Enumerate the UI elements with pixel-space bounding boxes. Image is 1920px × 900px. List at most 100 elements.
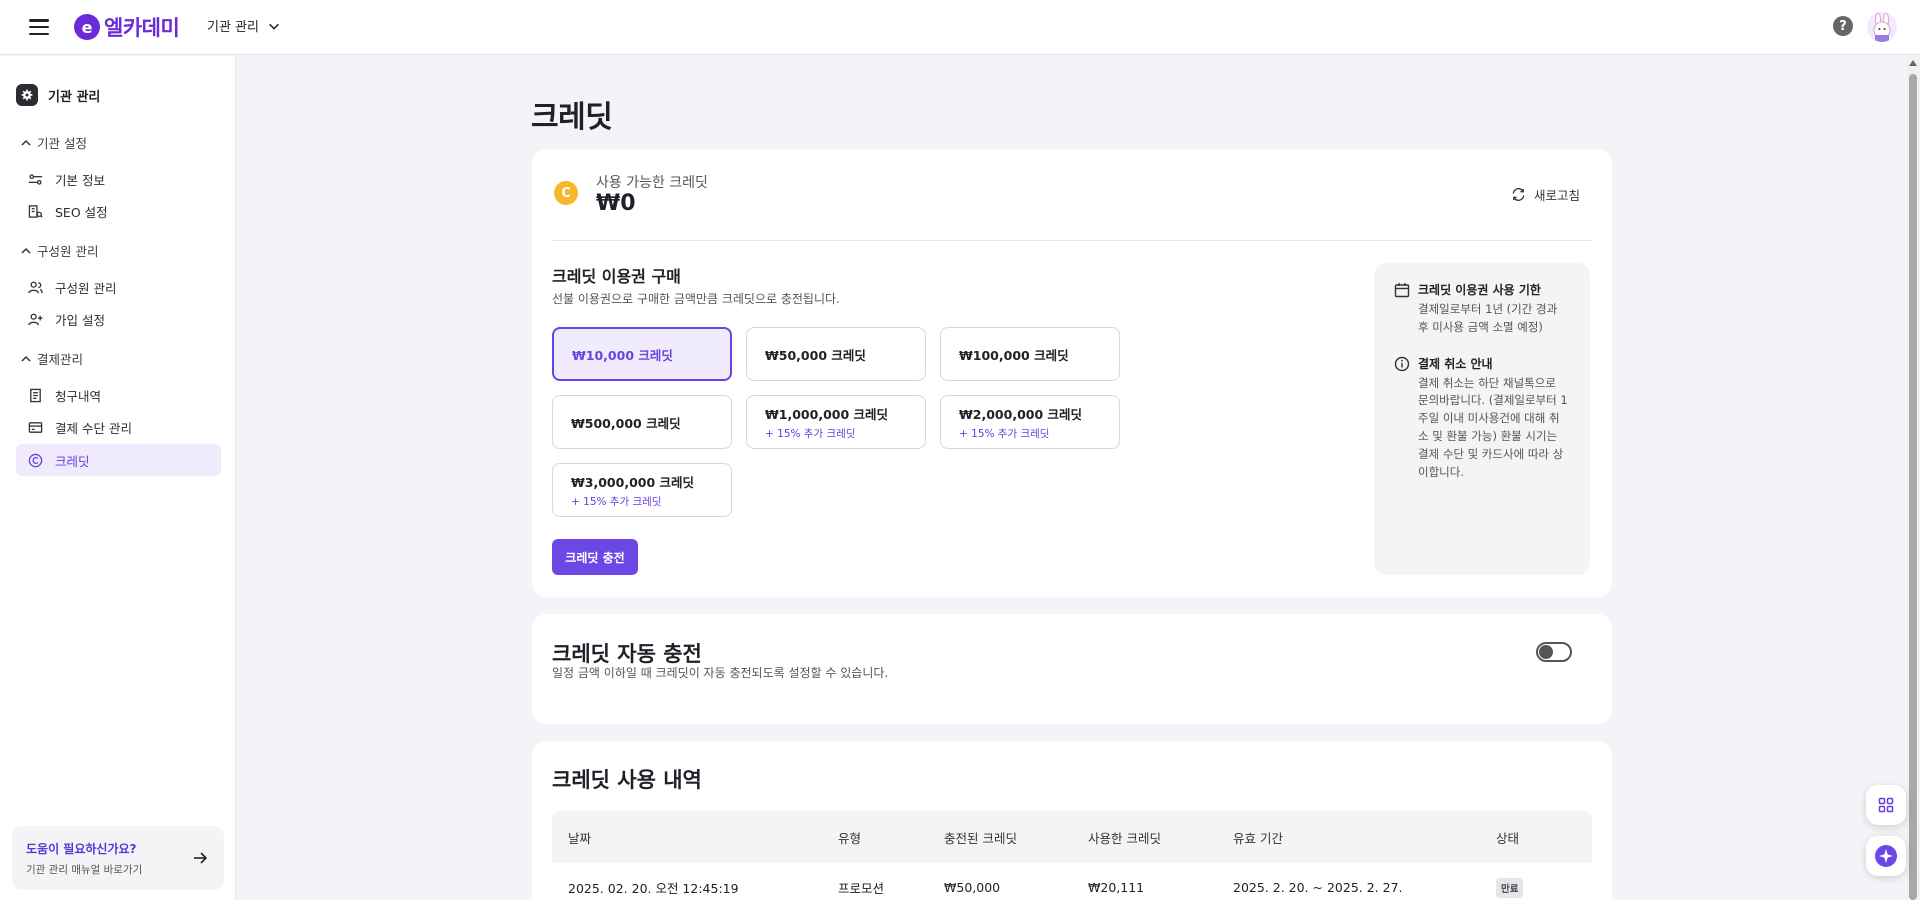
sidebar-item-basic-info[interactable]: 기본 정보 (16, 163, 221, 195)
column-header-validity: 유효 기간 (1233, 830, 1283, 846)
auto-charge-toggle[interactable] (1536, 642, 1572, 662)
users-icon (28, 281, 43, 293)
info-circle-icon (1394, 356, 1410, 371)
help-card[interactable]: 도움이 필요하신가요? 기관 관리 매뉴얼 바로가기 (12, 826, 224, 890)
info-block-cancellation: 결제 취소 안내 결제 취소는 하단 채널톡으로 문의바랍니다. (결제일로부터… (1394, 355, 1570, 482)
credit-option-3000000[interactable]: ₩3,000,000 크레딧 + 15% 추가 크레딧 (552, 463, 732, 517)
scrollbar[interactable] (1906, 56, 1920, 900)
credit-card-icon (28, 421, 43, 433)
calendar-icon (1394, 283, 1410, 298)
sidebar-item-seo[interactable]: SEO 설정 (16, 195, 221, 227)
credit-charge-button[interactable]: 크레딧 충전 (552, 539, 638, 575)
chevron-up-icon (21, 139, 31, 146)
refresh-button[interactable]: 새로고침 (1511, 185, 1580, 204)
avatar[interactable] (1867, 12, 1897, 42)
credit-history-card: 크레딧 사용 내역 날짜 유형 충전된 크레딧 사용한 크레딧 유효 기간 상태… (532, 741, 1612, 900)
hamburger-menu-icon[interactable] (28, 16, 50, 38)
purchase-description: 선불 이용권으로 구매한 금액만큼 크레딧으로 충전됩니다. (552, 292, 840, 306)
column-header-status: 상태 (1496, 830, 1520, 846)
info-title: 결제 취소 안내 (1418, 356, 1493, 371)
sidebar-group-label: 구성원 관리 (37, 244, 99, 259)
credit-coin-icon: C (554, 181, 578, 205)
copyright-credit-icon (28, 453, 43, 467)
credit-history-table: 날짜 유형 충전된 크레딧 사용한 크레딧 유효 기간 상태 2025. 02.… (552, 811, 1592, 900)
divider (552, 240, 1592, 241)
cell-date: 2025. 02. 20. 오전 12:45:19 (568, 881, 739, 896)
credit-option-amount: ₩100,000 크레딧 (959, 347, 1069, 363)
credit-history-title: 크레딧 사용 내역 (552, 768, 702, 792)
sparkle-chat-icon (1875, 845, 1897, 867)
sidebar-item-label: 구성원 관리 (55, 280, 117, 296)
available-credit-label: 사용 가능한 크레딧 (596, 175, 708, 191)
building-search-icon (28, 204, 43, 218)
sidebar-title-label: 기관 관리 (48, 89, 101, 105)
help-icon[interactable]: ? (1833, 16, 1853, 36)
logo[interactable]: e 엘카데미 (74, 12, 180, 42)
credit-option-100000[interactable]: ₩100,000 크레딧 (940, 327, 1120, 381)
credit-option-bonus: + 15% 추가 크레딧 (765, 427, 856, 440)
logo-text: 엘카데미 (104, 16, 180, 40)
sidebar-group-members[interactable]: 구성원 관리 (20, 241, 98, 260)
cell-used: ₩20,111 (1088, 880, 1145, 895)
credit-option-2000000[interactable]: ₩2,000,000 크레딧 + 15% 추가 크레딧 (940, 395, 1120, 449)
info-panel: 크레딧 이용권 사용 기한 결제일로부터 1년 (기간 경과 후 미사용 금액 … (1374, 263, 1590, 575)
auto-charge-card: 크레딧 자동 충전 일정 금액 이하일 때 크레딧이 자동 충전되도록 설정할 … (532, 614, 1612, 724)
org-select-dropdown[interactable]: 기관 관리 (207, 16, 281, 35)
sidebar-group-label: 결제관리 (37, 352, 84, 367)
table-header: 날짜 유형 충전된 크레딧 사용한 크레딧 유효 기간 상태 (552, 811, 1592, 863)
credit-option-amount: ₩3,000,000 크레딧 (571, 474, 695, 490)
refresh-icon (1512, 188, 1525, 201)
toggle-knob (1539, 645, 1553, 659)
arrow-right-icon (194, 852, 208, 864)
info-body: 결제 취소는 하단 채널톡으로 문의바랍니다. (결제일로부터 1주일 이내 미… (1418, 375, 1568, 479)
cell-status: 만료 (1496, 863, 1524, 900)
sidebar-group-org-settings[interactable]: 기관 설정 (20, 133, 87, 152)
sidebar: 기관 관리 기관 설정 기본 정보 SEO 설정 구성원 관리 구성원 관리 가… (0, 56, 236, 900)
refresh-label: 새로고침 (1533, 188, 1580, 203)
column-header-used: 사용한 크레딧 (1088, 830, 1161, 846)
sidebar-group-label: 기관 설정 (37, 136, 87, 151)
bunny-avatar-icon (1873, 12, 1891, 42)
cell-charged: ₩50,000 (944, 880, 1001, 895)
top-header: e 엘카데미 기관 관리 ? (0, 0, 1920, 55)
page-title: 크레딧 (531, 100, 613, 135)
status-badge: 만료 (1496, 877, 1524, 898)
sidebar-item-member-management[interactable]: 구성원 관리 (16, 271, 221, 303)
help-card-subtitle: 기관 관리 매뉴얼 바로가기 (26, 864, 143, 876)
chat-assistant-button[interactable] (1866, 836, 1906, 876)
credit-option-bonus: + 15% 추가 크레딧 (959, 427, 1050, 440)
column-header-charged: 충전된 크레딧 (944, 830, 1017, 846)
sliders-icon (28, 173, 43, 185)
sidebar-item-label: 크레딧 (55, 453, 90, 469)
credit-option-amount: ₩500,000 크레딧 (571, 415, 681, 431)
auto-charge-description: 일정 금액 이하일 때 크레딧이 자동 충전되도록 설정할 수 있습니다. (552, 666, 889, 680)
gear-icon (16, 84, 38, 106)
credit-option-10000[interactable]: ₩10,000 크레딧 (552, 327, 732, 381)
sidebar-item-credit[interactable]: 크레딧 (16, 444, 221, 476)
scrollbar-thumb[interactable] (1909, 74, 1917, 900)
org-select-label: 기관 관리 (207, 20, 259, 35)
credit-option-50000[interactable]: ₩50,000 크레딧 (746, 327, 926, 381)
chevron-up-icon (21, 355, 31, 362)
info-block-expiry: 크레딧 이용권 사용 기한 결제일로부터 1년 (기간 경과 후 미사용 금액 … (1394, 281, 1570, 337)
sidebar-item-payment-methods[interactable]: 결제 수단 관리 (16, 411, 221, 443)
sidebar-item-label: 결제 수단 관리 (55, 420, 132, 436)
sidebar-item-invoices[interactable]: 청구내역 (16, 379, 221, 411)
sidebar-group-billing[interactable]: 결제관리 (20, 349, 83, 368)
credit-option-amount: ₩2,000,000 크레딧 (959, 406, 1083, 422)
credit-option-amount: ₩10,000 크레딧 (572, 347, 673, 363)
table-row[interactable]: 2025. 02. 20. 오전 12:45:19 프로모션 ₩50,000 ₩… (552, 863, 1592, 900)
credit-option-amount: ₩50,000 크레딧 (765, 347, 866, 363)
sidebar-item-label: 청구내역 (55, 388, 102, 404)
receipt-icon (30, 388, 41, 402)
scroll-up-arrow-icon[interactable] (1909, 60, 1917, 66)
sidebar-item-label: SEO 설정 (55, 204, 108, 220)
sidebar-item-signup-settings[interactable]: 가입 설정 (16, 303, 221, 335)
column-header-date: 날짜 (568, 830, 592, 846)
logo-mark: e (74, 14, 100, 40)
apps-grid-button[interactable] (1866, 785, 1906, 825)
credit-option-1000000[interactable]: ₩1,000,000 크레딧 + 15% 추가 크레딧 (746, 395, 926, 449)
sidebar-title: 기관 관리 (16, 84, 100, 106)
info-body: 결제일로부터 1년 (기간 경과 후 미사용 금액 소멸 예정) (1418, 302, 1558, 334)
credit-option-500000[interactable]: ₩500,000 크레딧 (552, 395, 732, 449)
